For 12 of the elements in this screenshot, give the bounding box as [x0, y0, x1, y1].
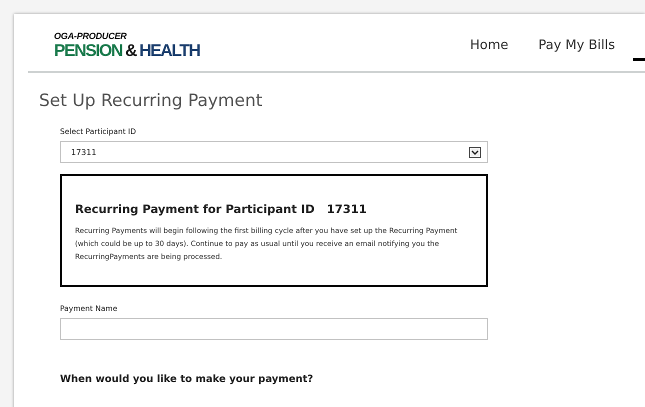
- info-heading: Recurring Payment for Participant ID: [75, 202, 315, 216]
- participant-select[interactable]: 17311: [60, 141, 488, 163]
- nav-link[interactable]: Pay My Bills: [538, 38, 615, 53]
- logo-tagline: OGA-PRODUCER: [54, 30, 128, 40]
- participant-id: 17311: [326, 202, 367, 216]
- page-title: Set Up Recurring Payment: [39, 91, 264, 111]
- question-text: When would you like to make your payment?: [60, 374, 314, 385]
- logo-wordmark: PENSION & HEALTH: [54, 40, 200, 60]
- payment-name-field[interactable]: [60, 318, 488, 340]
- nav-underline: [633, 58, 645, 61]
- chevron-down-icon: [469, 146, 481, 158]
- nav-link[interactable]: Home: [470, 38, 508, 53]
